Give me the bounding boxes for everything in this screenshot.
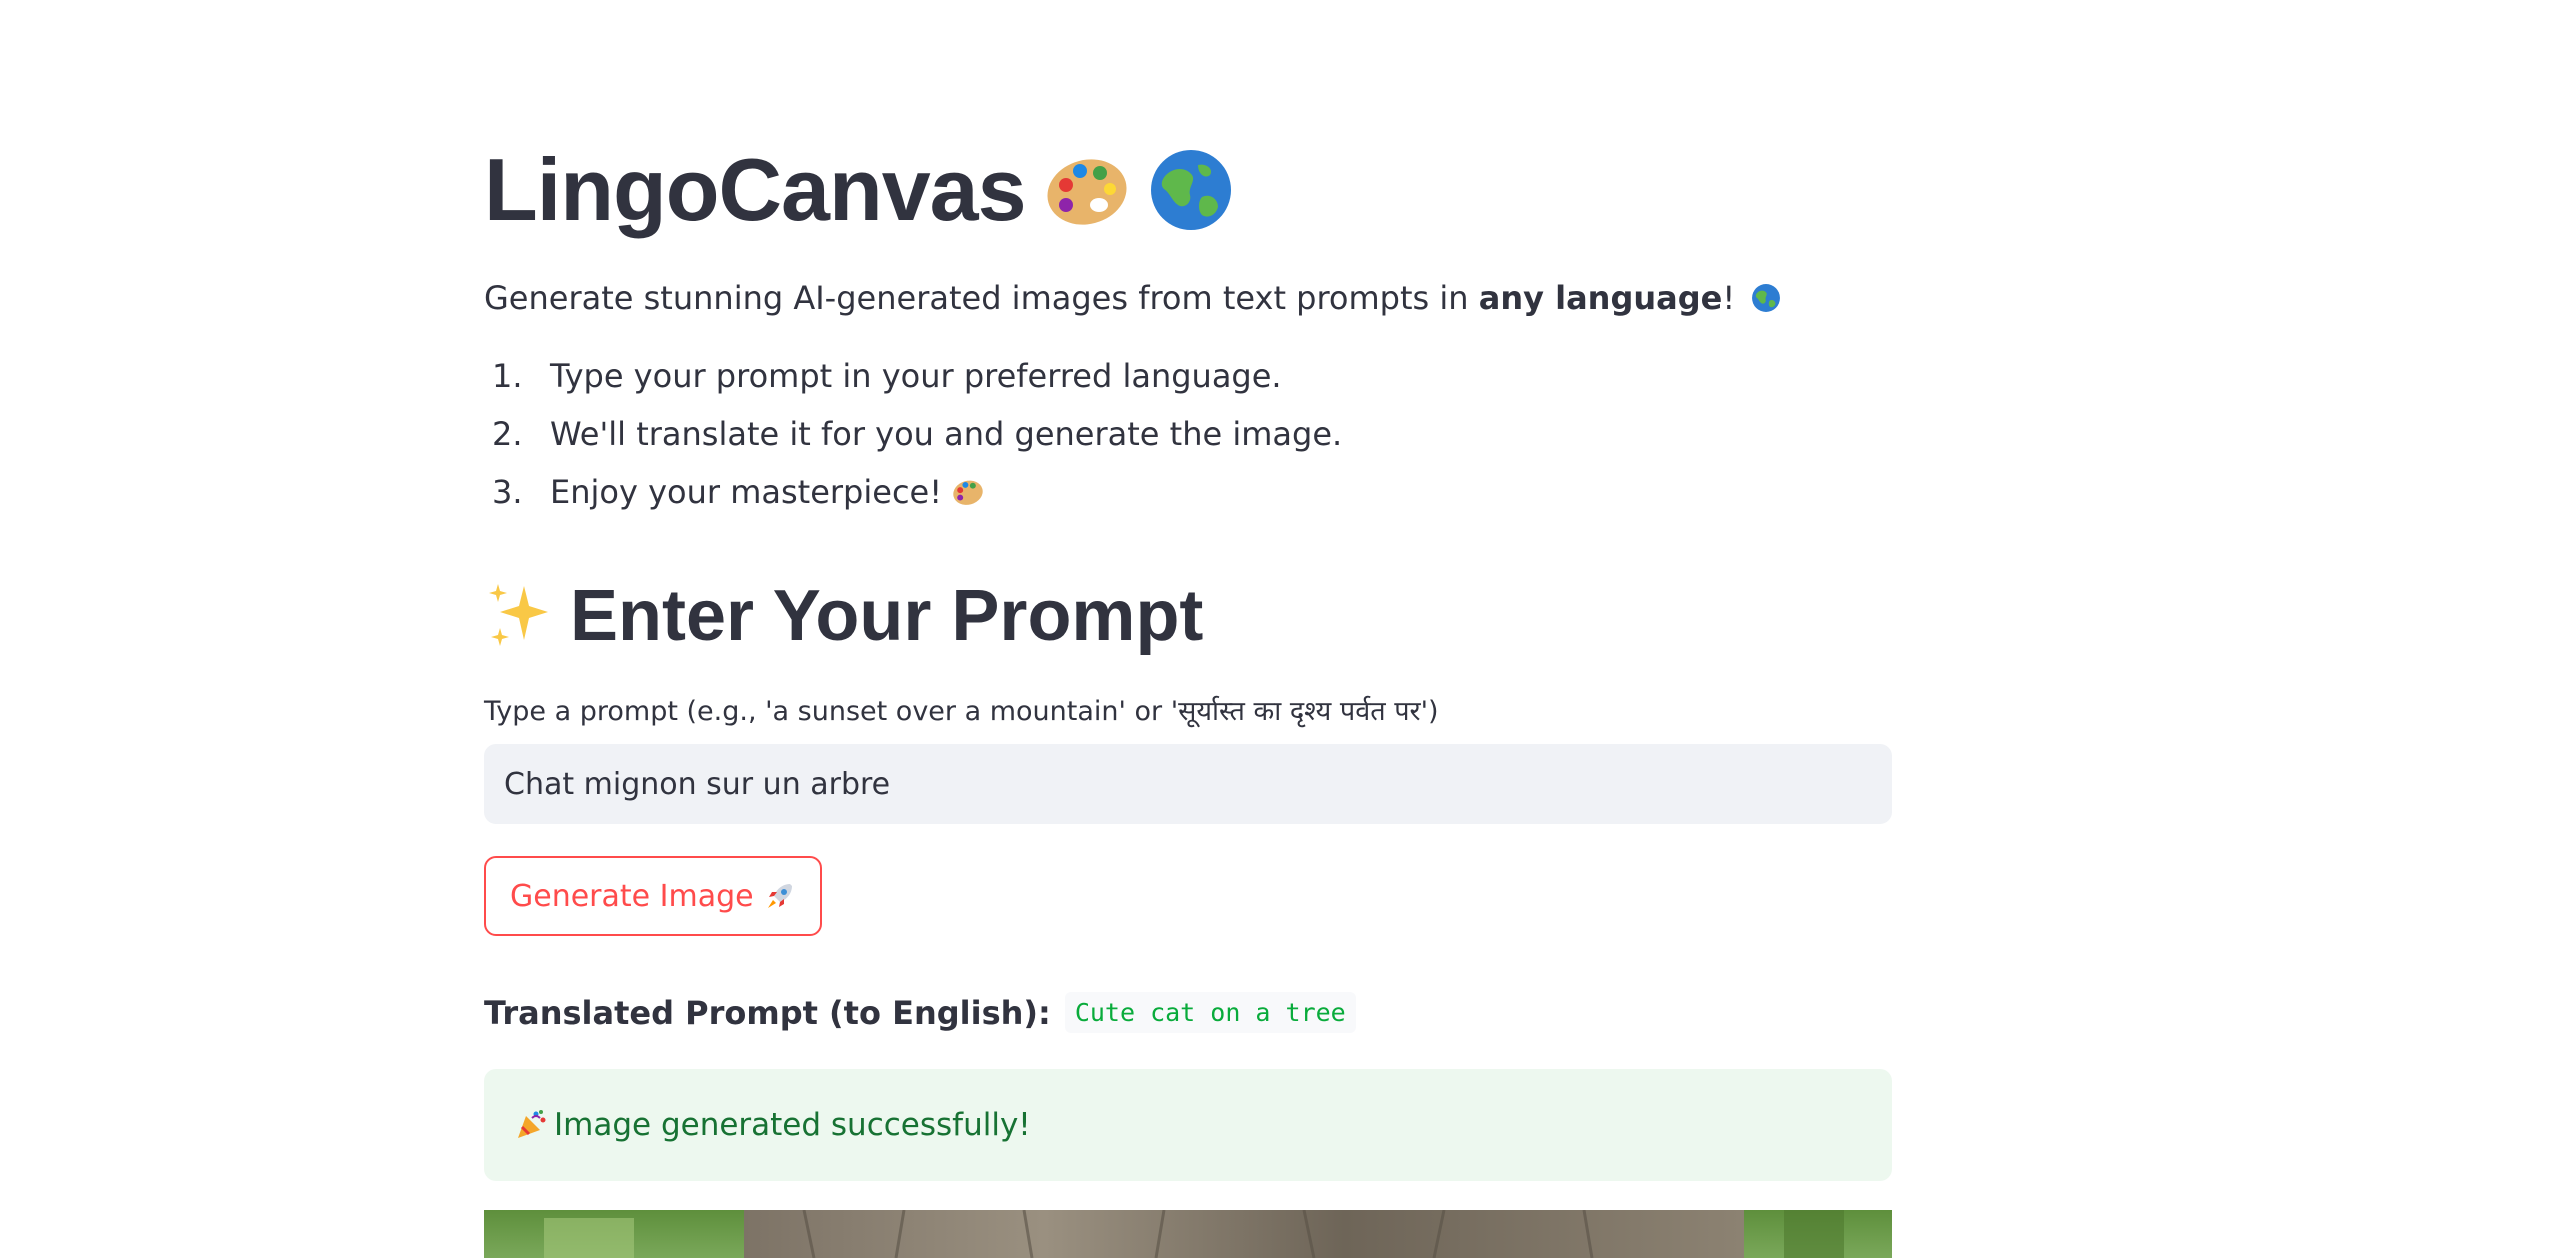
section-title-text: Enter Your Prompt — [570, 576, 1204, 656]
intro-text: Generate stunning AI-generated images fr… — [484, 276, 1892, 324]
prompt-input[interactable] — [484, 744, 1892, 824]
sparkles-icon — [484, 580, 556, 652]
step-text: Type your prompt in your preferred langu… — [550, 357, 1282, 395]
list-item: 3. Enjoy your masterpiece! — [484, 470, 1892, 514]
translated-prompt-label: Translated Prompt (to English): — [484, 993, 1051, 1032]
success-alert: Image generated successfully! — [484, 1069, 1892, 1181]
step-number: 3. — [492, 473, 523, 511]
globe-icon — [1751, 280, 1781, 324]
globe-icon — [1148, 147, 1234, 233]
step-text: Enjoy your masterpiece! — [550, 473, 943, 511]
intro-text-end: ! — [1722, 279, 1736, 317]
intro-text-start: Generate stunning AI-generated images fr… — [484, 279, 1479, 317]
intro-bold: any language — [1478, 279, 1723, 317]
step-number: 1. — [492, 357, 523, 395]
steps-list: 1. Type your prompt in your preferred la… — [484, 354, 1892, 514]
translated-prompt: Translated Prompt (to English): Cute cat… — [484, 992, 1892, 1033]
section-title: Enter Your Prompt — [484, 574, 1892, 658]
step-number: 2. — [492, 415, 523, 453]
palette-icon — [952, 470, 984, 514]
step-text: We'll translate it for you and generate … — [550, 415, 1343, 453]
success-message: Image generated successfully! — [554, 1107, 1031, 1143]
rocket-icon — [764, 880, 796, 912]
generate-button-label: Generate Image — [510, 878, 754, 914]
translated-prompt-value: Cute cat on a tree — [1064, 992, 1356, 1033]
list-item: 2. We'll translate it for you and genera… — [484, 412, 1892, 456]
palette-icon — [1044, 147, 1130, 233]
list-item: 1. Type your prompt in your preferred la… — [484, 354, 1892, 398]
prompt-input-label: Type a prompt (e.g., 'a sunset over a mo… — [484, 696, 1439, 727]
main-content: LingoCanvas Generate stunning AI-generat… — [484, 140, 1892, 1181]
app-title-text: LingoCanvas — [484, 140, 1027, 239]
party-popper-icon — [514, 1108, 548, 1142]
generate-image-button[interactable]: Generate Image — [484, 856, 822, 936]
page-title: LingoCanvas — [484, 140, 1892, 240]
generated-image — [484, 1210, 1892, 1258]
app-page: LingoCanvas Generate stunning AI-generat… — [0, 0, 2568, 1258]
